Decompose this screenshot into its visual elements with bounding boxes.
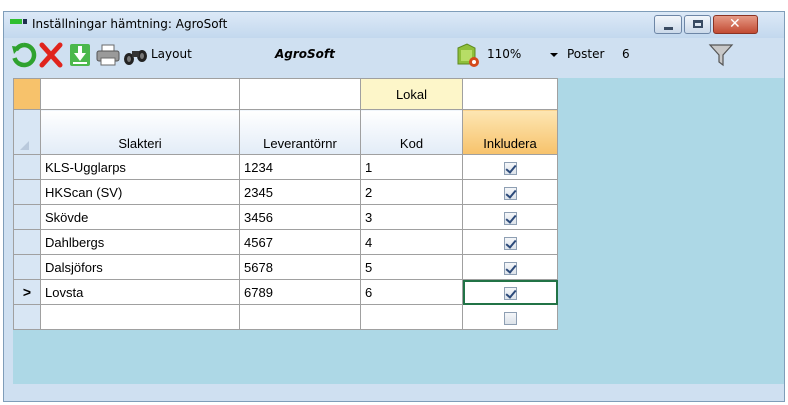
inkludera-checkbox[interactable] [503, 236, 517, 250]
grid-area: Lokal Slakteri Leverantörnr Kod Inkluder… [13, 78, 784, 384]
table-row[interactable]: HKScan (SV) 2345 2 [13, 179, 558, 205]
binoculars-icon[interactable] [123, 42, 149, 68]
kod-cell[interactable]: 5 [360, 254, 463, 280]
column-header-slakteri[interactable]: Slakteri [40, 109, 240, 155]
row-selector[interactable] [13, 254, 41, 280]
inkludera-cell[interactable] [462, 254, 558, 280]
inkludera-cell[interactable] [462, 204, 558, 230]
window-title: Inställningar hämtning: AgroSoft [32, 17, 228, 31]
delete-icon[interactable] [38, 42, 64, 68]
slakteri-cell[interactable]: Skövde [40, 204, 240, 230]
band-header-empty [462, 78, 558, 110]
table-row[interactable]: Skövde 3456 3 [13, 204, 558, 230]
zoom-select[interactable]: 110% [487, 47, 521, 61]
maximize-icon [693, 20, 703, 28]
kod-cell[interactable]: 1 [360, 154, 463, 180]
inkludera-checkbox[interactable] [503, 261, 517, 275]
leverantornr-cell[interactable]: 2345 [239, 179, 361, 205]
toolbar: Layout AgroSoft 110% Poster 6 [5, 39, 783, 71]
column-header-inkludera[interactable]: Inkludera [462, 109, 558, 155]
empty-cell[interactable] [239, 304, 361, 330]
inkludera-checkbox[interactable] [503, 311, 517, 325]
kod-cell[interactable]: 3 [360, 204, 463, 230]
header-row-selector [13, 109, 41, 155]
slakteri-cell[interactable]: HKScan (SV) [40, 179, 240, 205]
row-selector[interactable] [13, 154, 41, 180]
slakteri-cell[interactable]: Dahlbergs [40, 229, 240, 255]
slakteri-cell[interactable]: Dalsjöfors [40, 254, 240, 280]
grid-corner[interactable] [13, 78, 41, 110]
inkludera-checkbox[interactable] [503, 161, 517, 175]
leverantornr-cell[interactable]: 1234 [239, 154, 361, 180]
band-header-empty [40, 78, 240, 110]
leverantornr-cell[interactable]: 5678 [239, 254, 361, 280]
sort-indicator-icon [20, 141, 29, 150]
inkludera-checkbox[interactable] [503, 286, 517, 300]
empty-cell[interactable] [40, 304, 240, 330]
inkludera-cell[interactable] [462, 179, 558, 205]
title-bar[interactable]: Inställningar hämtning: AgroSoft ✕ [4, 12, 784, 38]
row-selector[interactable] [13, 229, 41, 255]
refresh-icon[interactable] [11, 42, 37, 68]
maximize-button[interactable] [684, 15, 711, 34]
slakteri-cell[interactable]: KLS-Ugglarps [40, 154, 240, 180]
layout-select[interactable]: AgroSoft [275, 46, 467, 65]
current-row-marker: > [22, 284, 32, 300]
inkludera-checkbox[interactable] [503, 186, 517, 200]
report-settings-icon[interactable] [455, 42, 481, 68]
filter-icon[interactable] [708, 42, 734, 68]
leverantornr-cell[interactable]: 3456 [239, 204, 361, 230]
column-header-kod[interactable]: Kod [360, 109, 463, 155]
band-header-lokal: Lokal [360, 78, 463, 110]
table-row[interactable]: Dahlbergs 4567 4 [13, 229, 558, 255]
slakteri-cell[interactable]: Lovsta [40, 279, 240, 305]
inkludera-cell[interactable] [462, 304, 558, 330]
inkludera-cell[interactable] [462, 279, 558, 305]
empty-cell[interactable] [360, 304, 463, 330]
minimize-button[interactable] [654, 15, 682, 34]
app-icon [10, 19, 27, 24]
inkludera-checkbox[interactable] [503, 211, 517, 225]
table-row[interactable]: > Lovsta 6789 6 [13, 279, 558, 305]
table-row[interactable]: Dalsjöfors 5678 5 [13, 254, 558, 280]
data-grid: Lokal Slakteri Leverantörnr Kod Inkluder… [13, 78, 558, 330]
row-selector[interactable] [13, 204, 41, 230]
minimize-icon [664, 27, 673, 30]
inkludera-cell[interactable] [462, 229, 558, 255]
column-header-leverantornr[interactable]: Leverantörnr [239, 109, 361, 155]
print-icon[interactable] [95, 42, 121, 68]
poster-label: Poster [567, 47, 605, 61]
chevron-down-icon[interactable] [550, 53, 558, 57]
layout-label: Layout [151, 47, 192, 61]
kod-cell[interactable]: 4 [360, 229, 463, 255]
table-row[interactable]: KLS-Ugglarps 1234 1 [13, 154, 558, 180]
import-icon[interactable] [67, 42, 93, 68]
close-button[interactable]: ✕ [713, 15, 758, 34]
row-selector[interactable] [13, 304, 41, 330]
leverantornr-cell[interactable]: 4567 [239, 229, 361, 255]
poster-count: 6 [620, 44, 696, 64]
inkludera-cell[interactable] [462, 154, 558, 180]
row-selector[interactable]: > [13, 279, 41, 305]
row-selector[interactable] [13, 179, 41, 205]
kod-cell[interactable]: 6 [360, 279, 463, 305]
leverantornr-cell[interactable]: 6789 [239, 279, 361, 305]
band-header-empty [239, 78, 361, 110]
status-strip [4, 384, 784, 393]
kod-cell[interactable]: 2 [360, 179, 463, 205]
new-row[interactable] [13, 304, 558, 330]
layout-value: AgroSoft [275, 47, 335, 61]
close-icon: ✕ [729, 16, 741, 32]
